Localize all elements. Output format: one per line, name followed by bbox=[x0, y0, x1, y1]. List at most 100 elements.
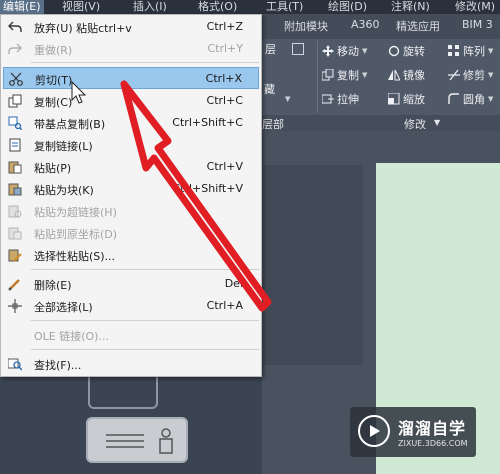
ribbon-panel: 层 藏 ▼ 移动 ▼ 旋转 阵列 ▼ 复制 ▼ 镜像 修剪 ▼ 拉伸 缩放 圆角 ▼ bbox=[262, 39, 500, 115]
ribbon-panel-title-bar: 层部 修改 ▼ bbox=[262, 115, 500, 131]
ribbon-hidden-label: 藏 bbox=[264, 83, 275, 96]
menu-item-paste-origin[interactable]: 粘贴到原坐标(D) bbox=[3, 222, 259, 244]
menu-item-paste-special[interactable]: 选择性粘贴(S)... bbox=[3, 244, 259, 266]
menu-insert[interactable]: 插入(I) bbox=[133, 0, 167, 14]
copy-icon bbox=[7, 93, 23, 109]
rotate-button[interactable]: 旋转 bbox=[388, 43, 425, 59]
layout-preview-icon bbox=[106, 428, 173, 454]
menu-item-undo[interactable]: 放弃(U) 粘贴ctrl+v Ctrl+Z bbox=[3, 16, 259, 38]
mirror-icon bbox=[388, 69, 401, 81]
ribbon-divider bbox=[317, 41, 318, 113]
copy-ribbon-label: 复制 bbox=[337, 69, 359, 82]
menu-tools[interactable]: 工具(T) bbox=[266, 0, 303, 14]
stretch-button[interactable]: 拉伸 bbox=[321, 91, 359, 107]
menu-item-label: 重做(R) bbox=[34, 44, 73, 57]
menu-format[interactable]: 格式(O) bbox=[198, 0, 237, 14]
menu-item-ole-links[interactable]: OLE 链接(O)... bbox=[3, 324, 259, 346]
menu-item-copy-link[interactable]: 复制链接(L) bbox=[3, 134, 259, 156]
menu-item-label: 查找(F)... bbox=[34, 359, 82, 372]
tab-a360[interactable]: A360 bbox=[351, 18, 380, 31]
move-button[interactable]: 移动 ▼ bbox=[322, 43, 367, 59]
menu-item-label: 复制(C) bbox=[34, 96, 73, 109]
array-icon bbox=[448, 45, 460, 57]
menu-separator bbox=[31, 349, 259, 350]
menu-item-label: 删除(E) bbox=[34, 279, 72, 292]
copy-ribbon-icon bbox=[321, 68, 334, 81]
fillet-label: 圆角 bbox=[463, 93, 485, 106]
menu-item-copy-basepoint[interactable]: 带基点复制(B) Ctrl+Shift+C bbox=[3, 112, 259, 134]
menu-item-shortcut: Ctrl+Shift+V bbox=[172, 182, 243, 195]
menu-edit[interactable]: 编辑(E) bbox=[0, 0, 44, 14]
tab-featured-apps[interactable]: 精选应用 bbox=[396, 18, 440, 34]
menu-item-label: 放弃(U) 粘贴ctrl+v bbox=[34, 22, 132, 35]
scale-button[interactable]: 缩放 bbox=[387, 91, 425, 107]
trim-label: 修剪 bbox=[463, 69, 485, 82]
array-button[interactable]: 阵列 ▼ bbox=[448, 43, 493, 59]
tab-bim[interactable]: BIM 3 bbox=[462, 18, 493, 31]
menu-item-erase[interactable]: 删除(E) Del bbox=[3, 273, 259, 295]
fillet-icon bbox=[448, 93, 460, 105]
copy-button[interactable]: 复制 ▼ bbox=[321, 67, 367, 83]
rotate-icon bbox=[388, 45, 400, 57]
edit-dropdown-menu: 放弃(U) 粘贴ctrl+v Ctrl+Z 重做(R) Ctrl+Y 剪切(T)… bbox=[0, 14, 262, 377]
menu-item-paste-block[interactable]: 粘贴为块(K) Ctrl+Shift+V bbox=[3, 178, 259, 200]
menu-separator bbox=[31, 320, 259, 321]
menu-item-paste-hyperlink[interactable]: 粘贴为超链接(H) bbox=[3, 200, 259, 222]
copy-basepoint-icon bbox=[7, 115, 23, 131]
menu-item-cut[interactable]: 剪切(T) Ctrl+X bbox=[3, 67, 259, 89]
find-icon bbox=[7, 356, 23, 372]
menu-item-copy[interactable]: 复制(C) Ctrl+C bbox=[3, 90, 259, 112]
menu-item-redo[interactable]: 重做(R) Ctrl+Y bbox=[3, 38, 259, 60]
scissors-icon bbox=[8, 71, 24, 87]
select-all-icon bbox=[7, 298, 23, 314]
menu-item-shortcut: Ctrl+Z bbox=[206, 20, 243, 33]
mirror-button[interactable]: 镜像 bbox=[388, 67, 425, 83]
layer-tool-icon[interactable] bbox=[292, 43, 307, 55]
watermark-badge: 溜溜自学 ZIXUE.3D66.COM bbox=[350, 407, 476, 457]
watermark-title: 溜溜自学 bbox=[398, 419, 467, 438]
array-label: 阵列 bbox=[463, 45, 485, 58]
menu-item-shortcut: Ctrl+Y bbox=[207, 42, 243, 55]
watermark-logo-icon bbox=[358, 415, 390, 447]
fillet-button[interactable]: 圆角 ▼ bbox=[448, 91, 493, 107]
menu-item-label: 粘贴为超链接(H) bbox=[34, 206, 117, 219]
tab-addons[interactable]: 附加模块 bbox=[284, 18, 328, 34]
menu-item-shortcut: Ctrl+A bbox=[206, 299, 243, 312]
paste-block-icon bbox=[7, 181, 23, 197]
ribbon-layer-label: 层 bbox=[265, 43, 276, 56]
layout-sheet bbox=[263, 165, 363, 365]
menu-view[interactable]: 视图(V) bbox=[62, 0, 100, 14]
menu-separator bbox=[31, 269, 259, 270]
menu-item-label: 全部选择(L) bbox=[34, 301, 93, 314]
undo-icon bbox=[7, 19, 23, 35]
modify-panel-title[interactable]: 修改 bbox=[404, 116, 426, 132]
trim-icon bbox=[448, 69, 460, 81]
paste-special-icon bbox=[7, 247, 23, 263]
rotate-label: 旋转 bbox=[403, 45, 425, 58]
menu-separator bbox=[31, 62, 259, 63]
menu-item-paste[interactable]: 粘贴(P) Ctrl+V bbox=[3, 156, 259, 178]
menu-item-label: 剪切(T) bbox=[35, 74, 73, 87]
paste-hyperlink-icon bbox=[7, 203, 23, 219]
redo-icon bbox=[7, 41, 23, 57]
move-label: 移动 bbox=[337, 45, 359, 58]
dropdown-arrow-icon[interactable]: ▼ bbox=[282, 95, 290, 103]
menu-item-find[interactable]: 查找(F)... bbox=[3, 353, 259, 375]
menu-item-label: 粘贴为块(K) bbox=[34, 184, 94, 197]
menu-modify[interactable]: 修改(M) bbox=[455, 0, 495, 14]
menu-item-shortcut: Del bbox=[224, 277, 243, 290]
scale-label: 缩放 bbox=[403, 93, 425, 106]
menu-item-select-all[interactable]: 全部选择(L) Ctrl+A bbox=[3, 295, 259, 317]
paste-origin-icon bbox=[7, 225, 23, 241]
layout-thumbnail-active[interactable] bbox=[86, 417, 188, 463]
menu-item-shortcut: Ctrl+V bbox=[206, 160, 243, 173]
copy-link-icon bbox=[7, 137, 23, 153]
trim-button[interactable]: 修剪 ▼ bbox=[448, 67, 493, 83]
menu-item-label: 选择性粘贴(S)... bbox=[34, 250, 116, 263]
paste-icon bbox=[7, 159, 23, 175]
menu-draw[interactable]: 绘图(D) bbox=[328, 0, 367, 14]
mirror-label: 镜像 bbox=[403, 69, 425, 82]
panel-expand-icon[interactable]: ▼ bbox=[434, 118, 440, 127]
layers-panel-title[interactable]: 层部 bbox=[262, 116, 284, 132]
menu-annotate[interactable]: 注释(N) bbox=[391, 0, 430, 14]
